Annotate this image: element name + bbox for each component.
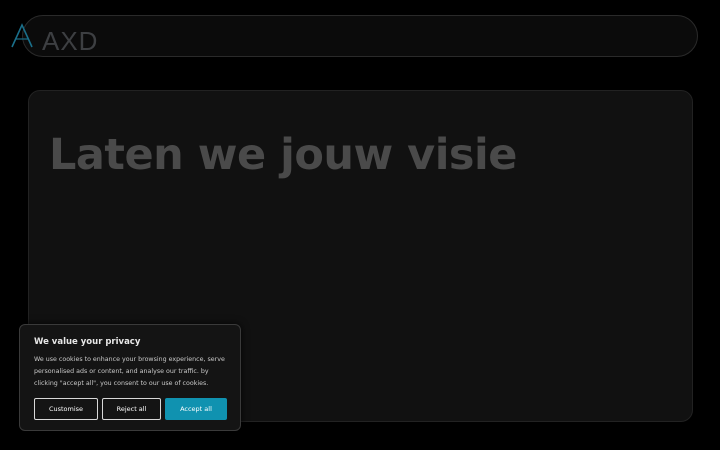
customise-button[interactable]: Customise: [34, 398, 98, 420]
cookie-description: We use cookies to enhance your browsing …: [34, 356, 225, 387]
accept-all-button[interactable]: Accept all: [165, 398, 227, 420]
site-header: [22, 15, 698, 57]
logo-text: AXD: [42, 26, 99, 56]
cookie-title: We value your privacy: [34, 337, 141, 347]
cookie-consent-dialog: We value your privacy We use cookies to …: [19, 324, 241, 431]
page: AXD Laten we jouw visie We value your pr…: [0, 0, 720, 450]
hero-title: Laten we jouw visie: [49, 130, 517, 180]
reject-all-button[interactable]: Reject all: [102, 398, 161, 420]
site-logo[interactable]: AXD: [10, 21, 97, 55]
